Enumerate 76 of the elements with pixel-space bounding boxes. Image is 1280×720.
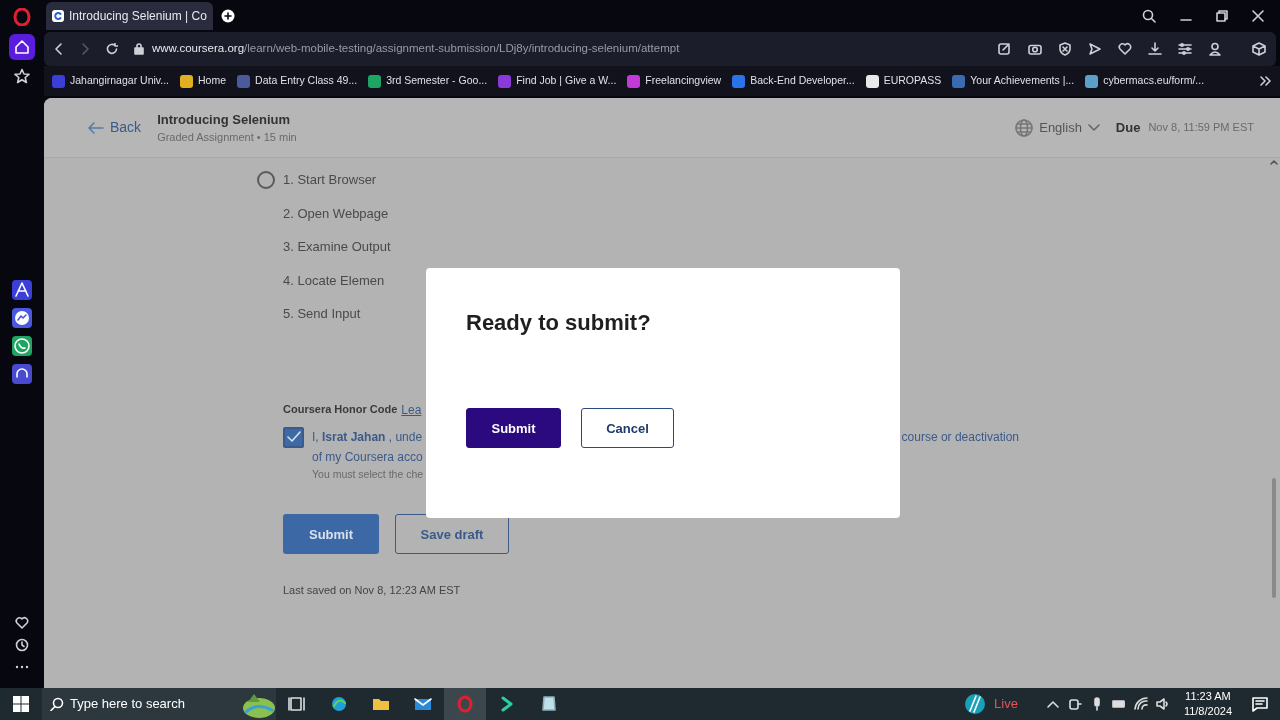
settings-icon[interactable]	[1178, 42, 1192, 56]
clock-text[interactable]: 11:23 AM 11/8/2024	[1173, 689, 1242, 719]
new-tab-icon[interactable]	[220, 9, 235, 23]
opera-logo[interactable]	[13, 8, 31, 26]
user-icon[interactable]	[1208, 42, 1222, 56]
due-label: Due	[1115, 118, 1141, 137]
bookmark-link[interactable]: cybermacs.eu/form/...	[1085, 73, 1205, 89]
close-icon[interactable]	[1252, 10, 1264, 22]
cube-icon[interactable]	[1252, 42, 1266, 56]
bookmark-link[interactable]: Jahangirnagar Univ...	[52, 73, 170, 89]
send-icon[interactable]	[1088, 42, 1102, 56]
answer-step: 4. Locate Elemen	[283, 270, 385, 290]
live-label[interactable]: Live	[994, 694, 1018, 714]
back-link[interactable]: Back	[88, 117, 142, 138]
wifi-icon[interactable]	[1133, 697, 1148, 711]
coursera-icon	[52, 10, 64, 22]
dialog-title: Ready to submit?	[466, 310, 652, 337]
hint-text: You must select the che	[312, 466, 425, 482]
assignment-title: Introducing Selenium	[157, 110, 292, 129]
honor-checkbox[interactable]	[283, 426, 304, 448]
bookmark-link[interactable]: 3rd Semester - Goo...	[368, 73, 488, 89]
arrow-left-icon	[88, 121, 104, 134]
reload-icon[interactable]	[106, 43, 118, 55]
bookmark-link[interactable]: Freelancingview	[627, 73, 722, 89]
honor-statement: course or deactivation	[901, 428, 1019, 446]
bookmark-link[interactable]: Find Job | Give a W...	[498, 73, 617, 89]
answer-step: 3. Examine Output	[283, 237, 391, 257]
camera-icon[interactable]	[1028, 42, 1042, 56]
back-icon[interactable]	[54, 43, 64, 55]
cancel-button[interactable]: Cancel	[581, 408, 674, 449]
notifications-icon[interactable]	[1252, 696, 1268, 712]
radio-button[interactable]	[257, 170, 275, 189]
honor-statement: of my Coursera acco	[312, 448, 424, 466]
restore-icon[interactable]	[1216, 10, 1228, 22]
honor-statement: I, Israt Jahan , unde	[312, 428, 423, 446]
notepad-icon[interactable]	[540, 694, 558, 714]
submit-button[interactable]: Submit	[283, 514, 379, 555]
bookmark-link[interactable]: Home	[180, 73, 227, 89]
edge-icon[interactable]	[330, 694, 348, 714]
bookmark-link[interactable]: EUROPASS	[865, 73, 942, 89]
star-icon[interactable]	[14, 68, 30, 84]
chevron-down-icon	[1087, 123, 1100, 132]
globe-icon	[1015, 118, 1034, 137]
browser-tab[interactable]: Introducing Selenium | Co	[46, 2, 213, 30]
volume-icon[interactable]	[1155, 697, 1170, 711]
taskbar-search-field[interactable]: Type here to search	[42, 688, 276, 720]
language-selector[interactable]: English	[1015, 117, 1100, 138]
heart-icon[interactable]	[1118, 42, 1132, 56]
search-icon	[50, 697, 64, 711]
lock-icon	[134, 43, 144, 55]
shield-icon[interactable]	[1058, 42, 1072, 56]
whatsapp-icon[interactable]	[12, 336, 32, 356]
windows-icon	[13, 696, 29, 712]
more-bookmarks-icon[interactable]	[1260, 76, 1272, 86]
check-icon	[286, 431, 301, 443]
bookmark-link[interactable]: Back-End Developer...	[732, 73, 855, 89]
bookmark-link[interactable]: Data Entry Class 49...	[237, 73, 358, 89]
heart-icon[interactable]	[15, 616, 29, 630]
due-date: Nov 8, 11:59 PM EST	[1148, 120, 1254, 136]
messenger-icon[interactable]	[12, 308, 32, 328]
search-icon[interactable]	[1142, 9, 1156, 23]
battery-icon[interactable]	[1111, 697, 1126, 711]
edit-icon[interactable]	[998, 42, 1012, 56]
task-view-icon[interactable]	[288, 694, 306, 714]
honor-code-title: Coursera Honor Code	[283, 402, 398, 418]
download-icon[interactable]	[1148, 42, 1162, 56]
submit-button[interactable]: Submit	[466, 408, 561, 449]
bookmark-link[interactable]: Your Achievements |...	[952, 73, 1075, 89]
history-icon[interactable]	[15, 638, 29, 652]
option-label: 1. Start Browser	[283, 171, 377, 189]
last-saved-text: Last saved on Nov 8, 12:23 AM EST	[283, 583, 462, 599]
assignment-meta: Graded Assignment • 15 min	[157, 130, 297, 145]
home-icon	[14, 39, 30, 55]
answer-step: 2. Open Webpage	[283, 203, 389, 223]
home-button[interactable]	[9, 34, 35, 60]
answer-step: 5. Send Input	[283, 304, 361, 324]
